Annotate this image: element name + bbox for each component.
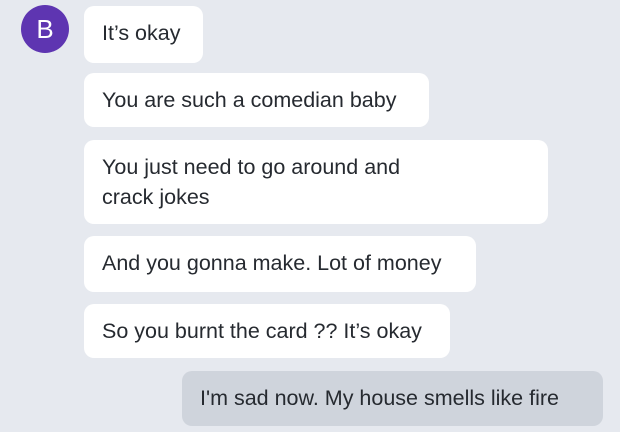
incoming-message-bubble[interactable]: You are such a comedian baby [84, 73, 429, 127]
outgoing-message-bubble[interactable]: I'm sad now. My house smells like fire [182, 371, 603, 426]
incoming-message-bubble[interactable]: So you burnt the card ?? It’s okay [84, 304, 450, 358]
incoming-message-bubble[interactable]: And you gonna make. Lot of money [84, 236, 476, 292]
incoming-message-bubble[interactable]: It’s okay [84, 6, 203, 63]
incoming-message-bubble[interactable]: You just need to go around and crack jok… [84, 140, 548, 224]
contact-avatar[interactable]: B [21, 5, 69, 53]
